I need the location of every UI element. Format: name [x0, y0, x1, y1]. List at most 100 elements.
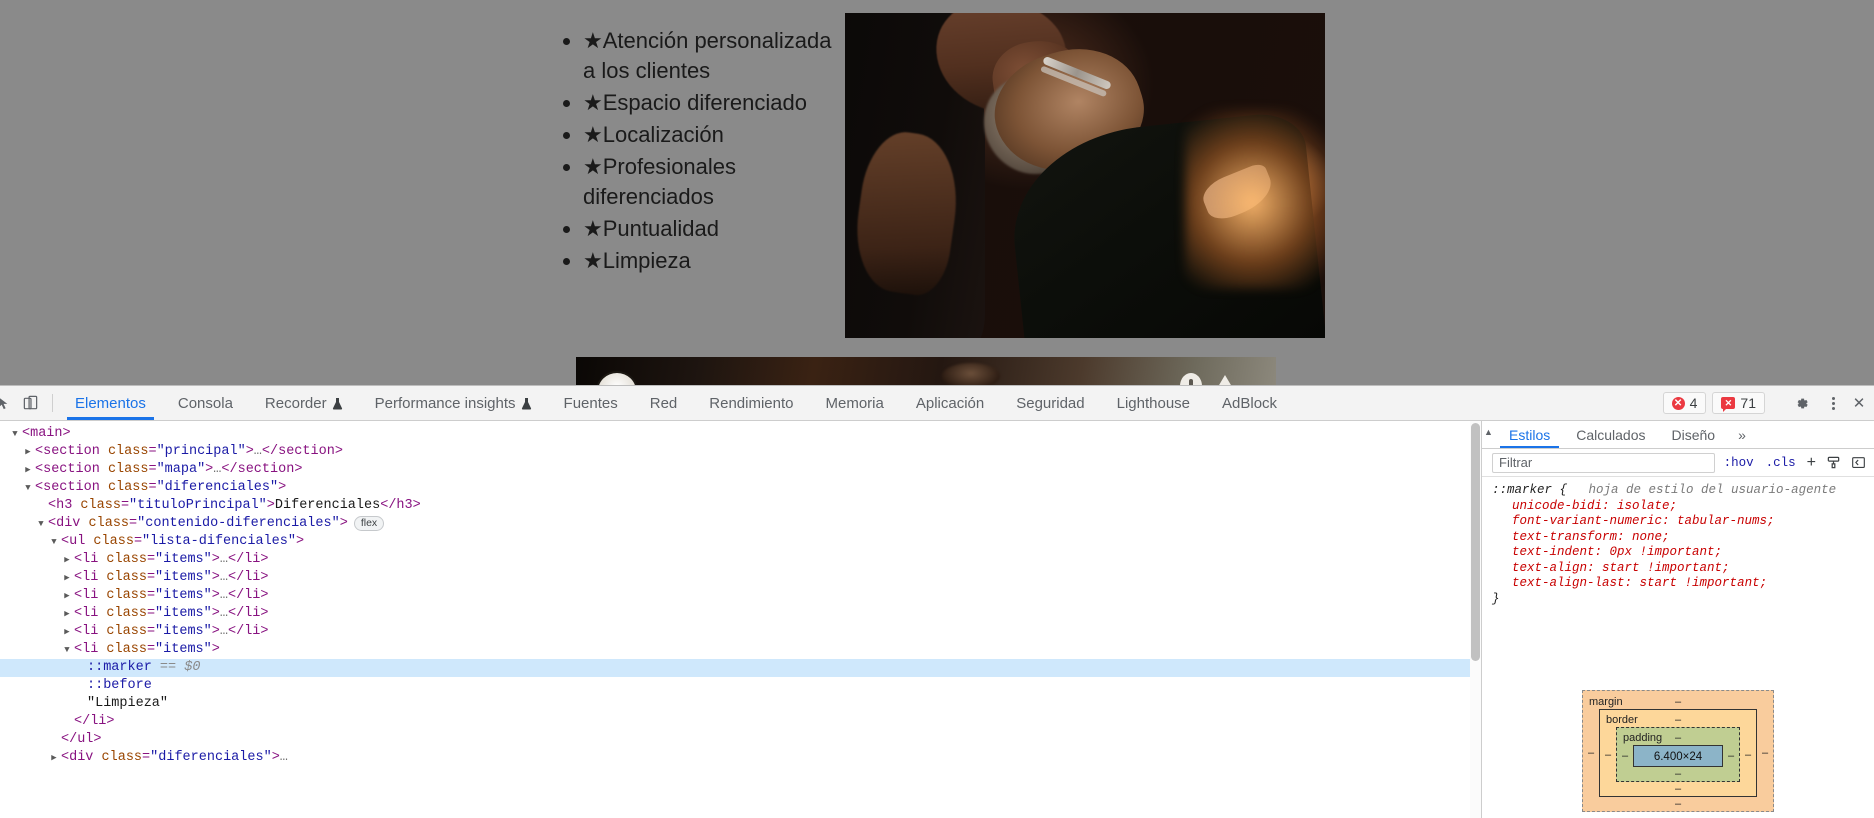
- tab-elementos[interactable]: Elementos: [59, 386, 162, 420]
- scrollbar-thumb[interactable]: [1471, 423, 1480, 661]
- margin-top-value[interactable]: –: [1675, 695, 1681, 709]
- dom-node[interactable]: <div class="diferenciales">…: [0, 749, 1481, 767]
- css-declaration[interactable]: text-transform: none;: [1492, 530, 1866, 546]
- more-tabs-icon[interactable]: »: [1728, 421, 1756, 448]
- css-selector[interactable]: ::marker {: [1492, 483, 1567, 497]
- brush-icon[interactable]: [1824, 455, 1843, 470]
- box-model-margin[interactable]: margin – – border – – padding – – 6.400×…: [1582, 690, 1774, 812]
- sidebar-toggle-icon[interactable]: [1849, 455, 1868, 470]
- tab-calculados[interactable]: Calculados: [1563, 421, 1658, 448]
- box-model-border[interactable]: border – – padding – – 6.400×24 – – – –: [1599, 709, 1757, 797]
- device-toolbar-icon[interactable]: [14, 386, 46, 420]
- css-property[interactable]: text-transform: [1512, 530, 1617, 544]
- padding-right-value[interactable]: –: [1723, 750, 1739, 762]
- dom-node[interactable]: <li class="items">…</li>: [0, 623, 1481, 641]
- twisty-closed-icon[interactable]: [62, 623, 72, 641]
- margin-right-value[interactable]: –: [1757, 747, 1773, 759]
- dom-node[interactable]: </li>: [0, 713, 1481, 731]
- padding-left-value[interactable]: –: [1617, 750, 1633, 762]
- css-property[interactable]: text-align: [1512, 561, 1587, 575]
- twisty-closed-icon[interactable]: [23, 443, 33, 461]
- dom-node[interactable]: <section class="principal">…</section>: [0, 443, 1481, 461]
- twisty-closed-icon[interactable]: [62, 551, 72, 569]
- styles-filter-input[interactable]: [1492, 452, 1715, 473]
- inspect-element-icon[interactable]: [0, 386, 14, 420]
- twisty-open-icon[interactable]: [23, 479, 33, 497]
- warning-count-badge[interactable]: ✕ 71: [1712, 392, 1765, 414]
- tab-rendimiento[interactable]: Rendimiento: [693, 386, 809, 420]
- tab-aplicacion[interactable]: Aplicación: [900, 386, 1000, 420]
- error-count-badge[interactable]: ✕ 4: [1662, 392, 1707, 414]
- border-right-value[interactable]: –: [1740, 749, 1756, 761]
- css-value[interactable]: none;: [1632, 530, 1670, 544]
- box-model-padding[interactable]: padding – – 6.400×24 – –: [1616, 727, 1740, 782]
- dom-node[interactable]: <div class="contenido-diferenciales">fle…: [0, 515, 1481, 533]
- css-declaration[interactable]: unicode-bidi: isolate;: [1492, 499, 1866, 515]
- css-value[interactable]: isolate;: [1617, 499, 1677, 513]
- css-property[interactable]: unicode-bidi: [1512, 499, 1602, 513]
- css-property[interactable]: text-align-last: [1512, 576, 1625, 590]
- tab-red[interactable]: Red: [634, 386, 694, 420]
- tab-recorder[interactable]: Recorder: [249, 386, 359, 420]
- twisty-closed-icon[interactable]: [62, 605, 72, 623]
- twisty-open-icon[interactable]: [10, 425, 20, 443]
- css-declaration[interactable]: text-align: start !important;: [1492, 561, 1866, 577]
- border-bottom-value[interactable]: –: [1600, 782, 1756, 796]
- css-property[interactable]: text-indent: [1512, 545, 1595, 559]
- dom-node-selected[interactable]: ::marker == $0: [0, 659, 1481, 677]
- css-value[interactable]: 0px !important;: [1610, 545, 1723, 559]
- dom-node[interactable]: <main>: [0, 425, 1481, 443]
- dom-node[interactable]: "Limpieza": [0, 695, 1481, 713]
- dom-node[interactable]: <li class="items">…</li>: [0, 569, 1481, 587]
- tab-diseno[interactable]: Diseño: [1659, 421, 1729, 448]
- tab-performance-insights[interactable]: Performance insights: [359, 386, 548, 420]
- css-declaration[interactable]: text-align-last: start !important;: [1492, 576, 1866, 592]
- tab-consola[interactable]: Consola: [162, 386, 249, 420]
- close-icon[interactable]: ✕: [1850, 394, 1868, 412]
- twisty-closed-icon[interactable]: [23, 461, 33, 479]
- css-declaration[interactable]: text-indent: 0px !important;: [1492, 545, 1866, 561]
- dom-node[interactable]: <ul class="lista-difenciales">: [0, 533, 1481, 551]
- dom-node[interactable]: <li class="items">…</li>: [0, 605, 1481, 623]
- tab-seguridad[interactable]: Seguridad: [1000, 386, 1100, 420]
- twisty-open-icon[interactable]: [62, 641, 72, 659]
- box-model-content-size[interactable]: 6.400×24: [1633, 745, 1723, 767]
- tab-lighthouse[interactable]: Lighthouse: [1101, 386, 1206, 420]
- gear-icon[interactable]: [1792, 394, 1810, 412]
- kebab-menu-icon[interactable]: [1824, 394, 1842, 412]
- cls-toggle[interactable]: .cls: [1763, 456, 1799, 470]
- tab-memoria[interactable]: Memoria: [809, 386, 899, 420]
- css-value[interactable]: start !important;: [1640, 576, 1768, 590]
- tab-fuentes[interactable]: Fuentes: [548, 386, 634, 420]
- border-top-value[interactable]: –: [1675, 713, 1681, 727]
- new-style-rule-button[interactable]: +: [1805, 454, 1818, 472]
- css-property[interactable]: font-variant-numeric: [1512, 514, 1662, 528]
- twisty-closed-icon[interactable]: [62, 587, 72, 605]
- dom-tree-scrollbar[interactable]: [1470, 421, 1481, 818]
- hov-toggle[interactable]: :hov: [1721, 456, 1757, 470]
- twisty-closed-icon[interactable]: [62, 569, 72, 587]
- tab-adblock[interactable]: AdBlock: [1206, 386, 1293, 420]
- dom-node[interactable]: <li class="items">…</li>: [0, 551, 1481, 569]
- padding-top-value[interactable]: –: [1675, 731, 1681, 745]
- css-value[interactable]: tabular-nums;: [1677, 514, 1775, 528]
- twisty-open-icon[interactable]: [49, 533, 59, 551]
- twisty-open-icon[interactable]: [36, 515, 46, 533]
- dom-node[interactable]: ::before: [0, 677, 1481, 695]
- dom-tree[interactable]: <main> <section class="principal">…</sect…: [0, 421, 1481, 767]
- border-left-value[interactable]: –: [1600, 749, 1616, 761]
- dom-node[interactable]: <section class="mapa">…</section>: [0, 461, 1481, 479]
- dom-node[interactable]: </ul>: [0, 731, 1481, 749]
- tab-estilos[interactable]: Estilos: [1496, 421, 1563, 448]
- twisty-closed-icon[interactable]: [49, 749, 59, 767]
- padding-bottom-value[interactable]: –: [1617, 767, 1739, 781]
- css-value[interactable]: start !important;: [1602, 561, 1730, 575]
- css-declaration[interactable]: font-variant-numeric: tabular-nums;: [1492, 514, 1866, 530]
- dom-node[interactable]: <h3 class="tituloPrincipal">Diferenciale…: [0, 497, 1481, 515]
- dom-node[interactable]: <section class="diferenciales">: [0, 479, 1481, 497]
- collapse-arrow-icon[interactable]: ▲: [1484, 427, 1494, 437]
- margin-bottom-value[interactable]: –: [1583, 797, 1773, 811]
- margin-left-value[interactable]: –: [1583, 747, 1599, 759]
- dom-node[interactable]: <li class="items">…</li>: [0, 587, 1481, 605]
- dom-node[interactable]: <li class="items">: [0, 641, 1481, 659]
